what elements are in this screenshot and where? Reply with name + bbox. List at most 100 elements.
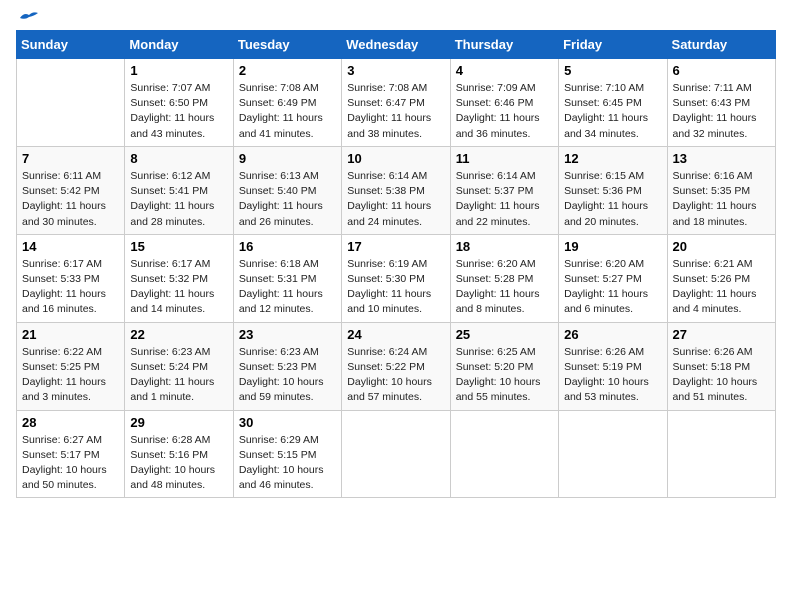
day-number: 22 bbox=[130, 327, 227, 342]
calendar-table: SundayMondayTuesdayWednesdayThursdayFrid… bbox=[16, 30, 776, 498]
day-number: 2 bbox=[239, 63, 336, 78]
calendar-cell: 25Sunrise: 6:25 AMSunset: 5:20 PMDayligh… bbox=[450, 322, 558, 410]
day-number: 9 bbox=[239, 151, 336, 166]
calendar-header-saturday: Saturday bbox=[667, 31, 775, 59]
calendar-cell: 10 Sunrise: 6:14 AMSunset: 5:38 PMDayligh… bbox=[342, 146, 450, 234]
day-number: 3 bbox=[347, 63, 444, 78]
day-info: Sunrise: 6:26 AMSunset: 5:18 PMDaylight:… bbox=[673, 345, 770, 406]
day-info: Sunrise: 7:10 AMSunset: 6:45 PMDaylight:… bbox=[564, 81, 661, 142]
calendar-cell: 23Sunrise: 6:23 AMSunset: 5:23 PMDayligh… bbox=[233, 322, 341, 410]
day-info: Sunrise: 6:24 AMSunset: 5:22 PMDaylight:… bbox=[347, 345, 444, 406]
day-info: Sunrise: 6:28 AMSunset: 5:16 PMDaylight:… bbox=[130, 433, 227, 494]
day-info: Sunrise: 7:11 AMSunset: 6:43 PMDaylight:… bbox=[673, 81, 770, 142]
calendar-cell: 24 Sunrise: 6:24 AMSunset: 5:22 PMDayligh… bbox=[342, 322, 450, 410]
day-info: Sunrise: 6:23 AMSunset: 5:23 PMDaylight:… bbox=[239, 345, 336, 406]
day-info: Sunrise: 6:16 AMSunset: 5:35 PMDaylight:… bbox=[673, 169, 770, 230]
day-info: Sunrise: 6:25 AMSunset: 5:20 PMDaylight:… bbox=[456, 345, 553, 406]
day-info: Sunrise: 6:27 AMSunset: 5:17 PMDaylight:… bbox=[22, 433, 119, 494]
day-number: 29 bbox=[130, 415, 227, 430]
day-info: Sunrise: 6:26 AMSunset: 5:19 PMDaylight:… bbox=[564, 345, 661, 406]
day-number: 6 bbox=[673, 63, 770, 78]
calendar-cell: 13 Sunrise: 6:16 AMSunset: 5:35 PMDayligh… bbox=[667, 146, 775, 234]
calendar-cell: 26 Sunrise: 6:26 AMSunset: 5:19 PMDayligh… bbox=[559, 322, 667, 410]
day-info: Sunrise: 6:29 AMSunset: 5:15 PMDaylight:… bbox=[239, 433, 336, 494]
day-info: Sunrise: 6:14 AMSunset: 5:37 PMDaylight:… bbox=[456, 169, 553, 230]
calendar-cell: 5 Sunrise: 7:10 AMSunset: 6:45 PMDaylight… bbox=[559, 59, 667, 147]
day-info: Sunrise: 6:12 AMSunset: 5:41 PMDaylight:… bbox=[130, 169, 227, 230]
day-info: Sunrise: 6:23 AMSunset: 5:24 PMDaylight:… bbox=[130, 345, 227, 406]
calendar-cell: 20 Sunrise: 6:21 AMSunset: 5:26 PMDayligh… bbox=[667, 234, 775, 322]
day-number: 11 bbox=[456, 151, 553, 166]
day-number: 19 bbox=[564, 239, 661, 254]
day-info: Sunrise: 6:20 AMSunset: 5:27 PMDaylight:… bbox=[564, 257, 661, 318]
logo-bird-icon bbox=[18, 10, 40, 26]
day-number: 12 bbox=[564, 151, 661, 166]
day-number: 17 bbox=[347, 239, 444, 254]
day-number: 15 bbox=[130, 239, 227, 254]
day-info: Sunrise: 6:19 AMSunset: 5:30 PMDaylight:… bbox=[347, 257, 444, 318]
day-number: 7 bbox=[22, 151, 119, 166]
calendar-cell: 17 Sunrise: 6:19 AMSunset: 5:30 PMDayligh… bbox=[342, 234, 450, 322]
day-info: Sunrise: 6:22 AMSunset: 5:25 PMDaylight:… bbox=[22, 345, 119, 406]
calendar-header-tuesday: Tuesday bbox=[233, 31, 341, 59]
day-info: Sunrise: 6:20 AMSunset: 5:28 PMDaylight:… bbox=[456, 257, 553, 318]
day-info: Sunrise: 7:07 AMSunset: 6:50 PMDaylight:… bbox=[130, 81, 227, 142]
day-number: 10 bbox=[347, 151, 444, 166]
day-info: Sunrise: 6:14 AMSunset: 5:38 PMDaylight:… bbox=[347, 169, 444, 230]
day-number: 14 bbox=[22, 239, 119, 254]
calendar-cell: 19 Sunrise: 6:20 AMSunset: 5:27 PMDayligh… bbox=[559, 234, 667, 322]
calendar-cell: 22 Sunrise: 6:23 AMSunset: 5:24 PMDayligh… bbox=[125, 322, 233, 410]
calendar-header-row: SundayMondayTuesdayWednesdayThursdayFrid… bbox=[17, 31, 776, 59]
calendar-week-row: 28 Sunrise: 6:27 AMSunset: 5:17 PMDayligh… bbox=[17, 410, 776, 498]
calendar-week-row: 7 Sunrise: 6:11 AMSunset: 5:42 PMDaylight… bbox=[17, 146, 776, 234]
day-info: Sunrise: 7:08 AMSunset: 6:47 PMDaylight:… bbox=[347, 81, 444, 142]
day-info: Sunrise: 6:13 AMSunset: 5:40 PMDaylight:… bbox=[239, 169, 336, 230]
calendar-cell: 28 Sunrise: 6:27 AMSunset: 5:17 PMDayligh… bbox=[17, 410, 125, 498]
calendar-cell: 29 Sunrise: 6:28 AMSunset: 5:16 PMDayligh… bbox=[125, 410, 233, 498]
calendar-cell bbox=[450, 410, 558, 498]
day-info: Sunrise: 6:21 AMSunset: 5:26 PMDaylight:… bbox=[673, 257, 770, 318]
day-number: 13 bbox=[673, 151, 770, 166]
day-number: 4 bbox=[456, 63, 553, 78]
calendar-cell: 16Sunrise: 6:18 AMSunset: 5:31 PMDayligh… bbox=[233, 234, 341, 322]
day-info: Sunrise: 7:09 AMSunset: 6:46 PMDaylight:… bbox=[456, 81, 553, 142]
calendar-cell: 11 Sunrise: 6:14 AMSunset: 5:37 PMDayligh… bbox=[450, 146, 558, 234]
day-number: 20 bbox=[673, 239, 770, 254]
calendar-cell: 12 Sunrise: 6:15 AMSunset: 5:36 PMDayligh… bbox=[559, 146, 667, 234]
calendar-cell: 15 Sunrise: 6:17 AMSunset: 5:32 PMDayligh… bbox=[125, 234, 233, 322]
logo bbox=[16, 16, 40, 22]
calendar-week-row: 1 Sunrise: 7:07 AMSunset: 6:50 PMDaylight… bbox=[17, 59, 776, 147]
day-number: 28 bbox=[22, 415, 119, 430]
calendar-cell bbox=[342, 410, 450, 498]
calendar-cell: 4 Sunrise: 7:09 AMSunset: 6:46 PMDaylight… bbox=[450, 59, 558, 147]
calendar-cell: 1 Sunrise: 7:07 AMSunset: 6:50 PMDaylight… bbox=[125, 59, 233, 147]
day-number: 1 bbox=[130, 63, 227, 78]
calendar-cell bbox=[559, 410, 667, 498]
calendar-header-friday: Friday bbox=[559, 31, 667, 59]
calendar-header-sunday: Sunday bbox=[17, 31, 125, 59]
calendar-cell: 18Sunrise: 6:20 AMSunset: 5:28 PMDayligh… bbox=[450, 234, 558, 322]
day-info: Sunrise: 6:15 AMSunset: 5:36 PMDaylight:… bbox=[564, 169, 661, 230]
calendar-cell: 27 Sunrise: 6:26 AMSunset: 5:18 PMDayligh… bbox=[667, 322, 775, 410]
calendar-header-monday: Monday bbox=[125, 31, 233, 59]
day-number: 16 bbox=[239, 239, 336, 254]
calendar-cell: 3 Sunrise: 7:08 AMSunset: 6:47 PMDaylight… bbox=[342, 59, 450, 147]
calendar-header-thursday: Thursday bbox=[450, 31, 558, 59]
day-info: Sunrise: 6:17 AMSunset: 5:32 PMDaylight:… bbox=[130, 257, 227, 318]
calendar-cell: 14 Sunrise: 6:17 AMSunset: 5:33 PMDayligh… bbox=[17, 234, 125, 322]
day-number: 26 bbox=[564, 327, 661, 342]
day-info: Sunrise: 6:11 AMSunset: 5:42 PMDaylight:… bbox=[22, 169, 119, 230]
calendar-cell: 2Sunrise: 7:08 AMSunset: 6:49 PMDaylight… bbox=[233, 59, 341, 147]
calendar-cell: 6 Sunrise: 7:11 AMSunset: 6:43 PMDaylight… bbox=[667, 59, 775, 147]
day-number: 21 bbox=[22, 327, 119, 342]
day-number: 27 bbox=[673, 327, 770, 342]
day-info: Sunrise: 6:17 AMSunset: 5:33 PMDaylight:… bbox=[22, 257, 119, 318]
calendar-week-row: 14 Sunrise: 6:17 AMSunset: 5:33 PMDayligh… bbox=[17, 234, 776, 322]
day-number: 8 bbox=[130, 151, 227, 166]
calendar-cell: 21 Sunrise: 6:22 AMSunset: 5:25 PMDayligh… bbox=[17, 322, 125, 410]
day-number: 24 bbox=[347, 327, 444, 342]
calendar-cell: 9 Sunrise: 6:13 AMSunset: 5:40 PMDaylight… bbox=[233, 146, 341, 234]
day-number: 30 bbox=[239, 415, 336, 430]
day-number: 5 bbox=[564, 63, 661, 78]
calendar-cell bbox=[667, 410, 775, 498]
